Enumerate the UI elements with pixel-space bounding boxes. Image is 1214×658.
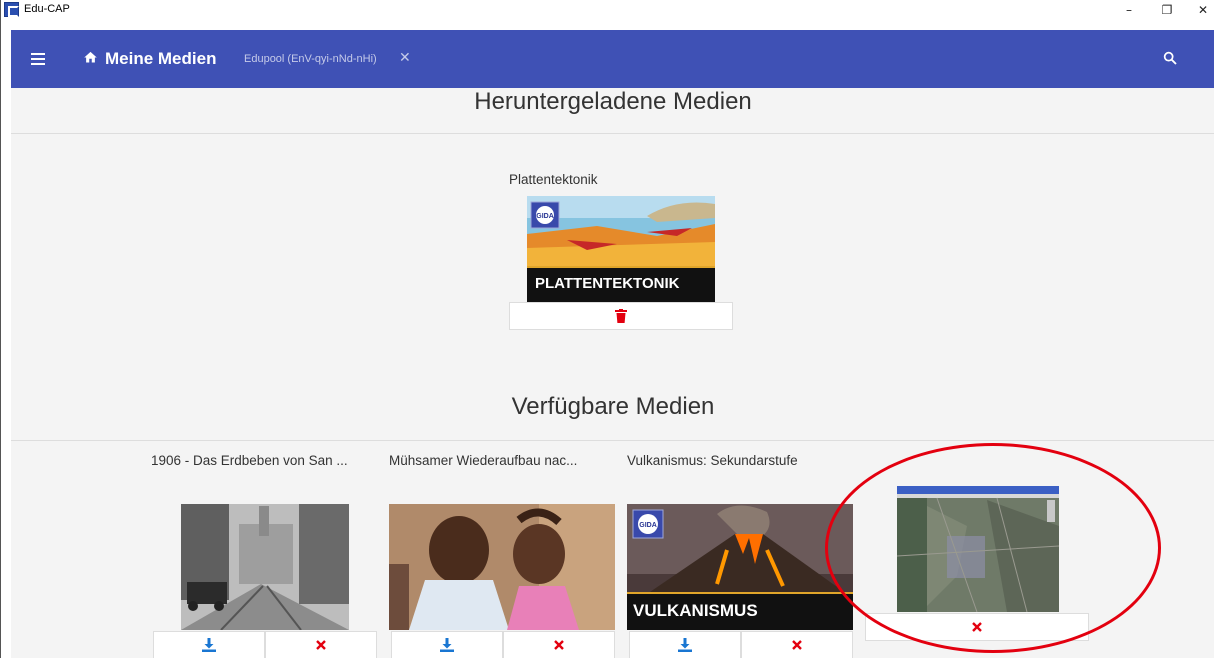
remove-icon: [792, 640, 802, 650]
remove-button[interactable]: [265, 631, 377, 658]
source-chip-close-icon[interactable]: ✕: [399, 50, 411, 66]
trash-icon: [615, 309, 627, 323]
divider: [11, 133, 1214, 134]
close-window-button[interactable]: ✕: [1185, 0, 1214, 20]
search-icon[interactable]: [1162, 50, 1178, 66]
remove-button[interactable]: [741, 631, 853, 658]
menu-icon[interactable]: [31, 53, 45, 65]
remove-icon: [554, 640, 564, 650]
media-thumbnail-wiederaufbau[interactable]: [389, 504, 615, 630]
remove-icon: [316, 640, 326, 650]
page-title[interactable]: Meine Medien: [105, 49, 216, 69]
app-window: Edu-CAP – ❐ ✕ Meine Medien Edupool (EnV-…: [0, 0, 1214, 658]
app-logo-icon: [4, 2, 19, 17]
delete-button[interactable]: [509, 302, 733, 330]
downloaded-heading: Heruntergeladene Medien: [474, 88, 752, 115]
minimize-button[interactable]: –: [1111, 0, 1147, 20]
download-button[interactable]: [391, 631, 503, 658]
home-icon[interactable]: [83, 50, 98, 65]
download-icon: [440, 638, 454, 652]
remove-button[interactable]: [503, 631, 615, 658]
available-heading: Verfügbare Medien: [511, 393, 715, 420]
media-title: Plattentektonik: [509, 172, 598, 187]
highlight-circle: [825, 443, 1161, 653]
download-button[interactable]: [629, 631, 741, 658]
media-thumbnail-plattentektonik[interactable]: GIDA PLATTENTEKTONIK: [527, 196, 715, 302]
thumbnail-banner-text: PLATTENTEKTONIK: [535, 275, 680, 292]
app-bar: Meine Medien Edupool (EnV-qyi-nNd-nHi) ✕: [11, 30, 1214, 88]
media-title: 1906 - Das Erdbeben von San ...: [151, 453, 348, 468]
media-thumbnail-vulkanismus[interactable]: GIDA VULKANISMUS: [627, 504, 853, 630]
restore-button[interactable]: ❐: [1149, 0, 1185, 20]
window-title: Edu-CAP: [24, 3, 70, 15]
media-thumbnail-erdbeben[interactable]: [181, 504, 349, 630]
gida-logo-text: GIDA: [639, 522, 657, 529]
download-icon: [678, 638, 692, 652]
window-titlebar: Edu-CAP – ❐ ✕: [1, 0, 1214, 30]
download-button[interactable]: [153, 631, 265, 658]
source-chip-label: Edupool (EnV-qyi-nNd-nHi): [244, 53, 377, 65]
media-title: Vulkanismus: Sekundarstufe: [627, 453, 798, 468]
media-title: Mühsamer Wiederaufbau nac...: [389, 453, 578, 468]
gida-logo-text: GIDA: [536, 213, 554, 220]
download-icon: [202, 638, 216, 652]
divider: [11, 440, 1214, 441]
thumbnail-banner-text: VULKANISMUS: [633, 601, 758, 620]
